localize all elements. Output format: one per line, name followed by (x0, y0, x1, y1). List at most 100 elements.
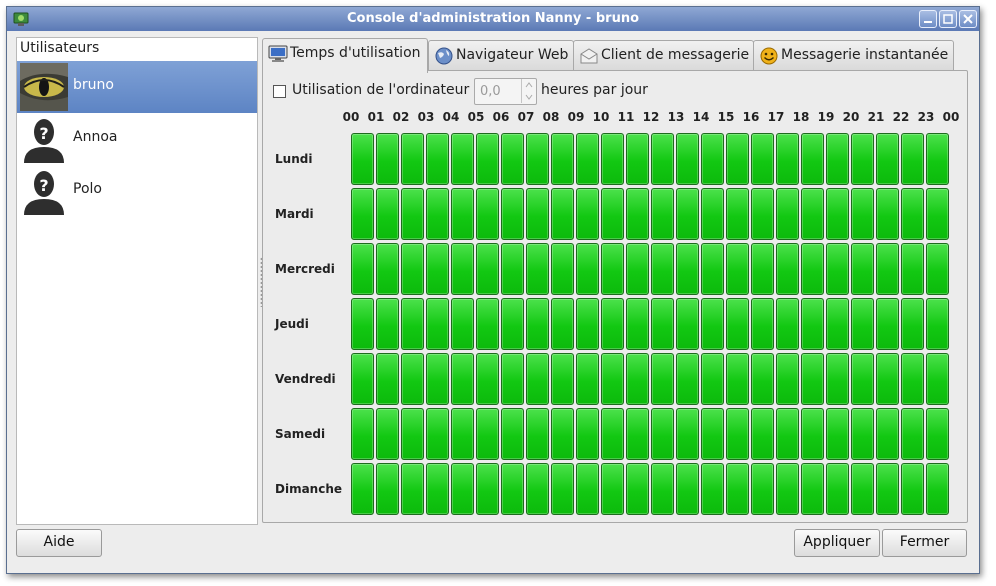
schedule-cell[interactable] (351, 408, 374, 460)
schedule-cell[interactable] (726, 298, 749, 350)
schedule-cell[interactable] (501, 243, 524, 295)
schedule-cell[interactable] (801, 408, 824, 460)
schedule-cell[interactable] (401, 133, 424, 185)
schedule-cell[interactable] (376, 243, 399, 295)
schedule-cell[interactable] (826, 298, 849, 350)
schedule-cell[interactable] (776, 188, 799, 240)
schedule-cell[interactable] (501, 188, 524, 240)
schedule-cell[interactable] (651, 408, 674, 460)
usage-limit-checkbox[interactable] (273, 85, 286, 98)
schedule-cell[interactable] (676, 298, 699, 350)
schedule-cell[interactable] (826, 408, 849, 460)
schedule-cell[interactable] (676, 408, 699, 460)
schedule-cell[interactable] (351, 133, 374, 185)
schedule-cell[interactable] (926, 353, 949, 405)
schedule-cell[interactable] (551, 408, 574, 460)
schedule-cell[interactable] (801, 133, 824, 185)
schedule-cell[interactable] (676, 463, 699, 515)
maximize-button[interactable] (939, 10, 957, 28)
schedule-cell[interactable] (901, 298, 924, 350)
schedule-cell[interactable] (726, 243, 749, 295)
schedule-cell[interactable] (651, 133, 674, 185)
schedule-cell[interactable] (801, 188, 824, 240)
schedule-cell[interactable] (776, 243, 799, 295)
schedule-cell[interactable] (401, 298, 424, 350)
schedule-cell[interactable] (751, 133, 774, 185)
schedule-cell[interactable] (726, 463, 749, 515)
schedule-cell[interactable] (626, 353, 649, 405)
schedule-cell[interactable] (876, 353, 899, 405)
schedule-cell[interactable] (926, 408, 949, 460)
schedule-cell[interactable] (576, 298, 599, 350)
schedule-cell[interactable] (626, 133, 649, 185)
schedule-cell[interactable] (751, 188, 774, 240)
schedule-cell[interactable] (926, 298, 949, 350)
schedule-cell[interactable] (426, 243, 449, 295)
schedule-cell[interactable] (576, 408, 599, 460)
schedule-cell[interactable] (526, 353, 549, 405)
schedule-cell[interactable] (901, 188, 924, 240)
schedule-cell[interactable] (626, 243, 649, 295)
schedule-cell[interactable] (701, 243, 724, 295)
schedule-cell[interactable] (376, 188, 399, 240)
schedule-cell[interactable] (576, 133, 599, 185)
schedule-cell[interactable] (426, 188, 449, 240)
hours-per-day-spinner[interactable]: 0,0 (474, 78, 537, 105)
schedule-cell[interactable] (876, 243, 899, 295)
schedule-cell[interactable] (626, 463, 649, 515)
schedule-cell[interactable] (401, 408, 424, 460)
user-item-polo[interactable]: ? Polo (17, 165, 257, 217)
schedule-cell[interactable] (476, 408, 499, 460)
schedule-cell[interactable] (776, 408, 799, 460)
schedule-cell[interactable] (451, 243, 474, 295)
schedule-cell[interactable] (901, 408, 924, 460)
schedule-cell[interactable] (626, 188, 649, 240)
schedule-cell[interactable] (526, 408, 549, 460)
schedule-cell[interactable] (426, 463, 449, 515)
schedule-cell[interactable] (351, 298, 374, 350)
user-item-bruno[interactable]: bruno (17, 61, 257, 113)
schedule-cell[interactable] (701, 298, 724, 350)
schedule-cell[interactable] (851, 188, 874, 240)
schedule-cell[interactable] (751, 463, 774, 515)
schedule-cell[interactable] (801, 298, 824, 350)
schedule-cell[interactable] (826, 188, 849, 240)
schedule-cell[interactable] (876, 408, 899, 460)
schedule-cell[interactable] (701, 353, 724, 405)
schedule-cell[interactable] (676, 243, 699, 295)
tab-temps-utilisation[interactable]: Temps d'utilisation (262, 38, 428, 73)
schedule-cell[interactable] (501, 463, 524, 515)
schedule-cell[interactable] (551, 463, 574, 515)
schedule-cell[interactable] (426, 408, 449, 460)
schedule-cell[interactable] (476, 463, 499, 515)
schedule-cell[interactable] (601, 133, 624, 185)
tab-messagerie-instantanee[interactable]: Messagerie instantanée (753, 40, 954, 71)
schedule-cell[interactable] (751, 408, 774, 460)
schedule-cell[interactable] (426, 133, 449, 185)
schedule-cell[interactable] (726, 353, 749, 405)
schedule-cell[interactable] (901, 133, 924, 185)
schedule-cell[interactable] (376, 463, 399, 515)
schedule-cell[interactable] (526, 133, 549, 185)
schedule-cell[interactable] (701, 408, 724, 460)
schedule-cell[interactable] (401, 463, 424, 515)
schedule-cell[interactable] (551, 353, 574, 405)
schedule-cell[interactable] (576, 463, 599, 515)
schedule-cell[interactable] (701, 133, 724, 185)
schedule-cell[interactable] (476, 353, 499, 405)
schedule-cell[interactable] (576, 353, 599, 405)
schedule-cell[interactable] (876, 298, 899, 350)
schedule-cell[interactable] (526, 243, 549, 295)
schedule-cell[interactable] (901, 243, 924, 295)
minimize-button[interactable] (919, 10, 937, 28)
schedule-cell[interactable] (826, 463, 849, 515)
schedule-cell[interactable] (651, 353, 674, 405)
schedule-cell[interactable] (676, 188, 699, 240)
schedule-cell[interactable] (751, 243, 774, 295)
schedule-cell[interactable] (626, 408, 649, 460)
schedule-cell[interactable] (651, 463, 674, 515)
user-item-annoa[interactable]: ? Annoa (17, 113, 257, 165)
schedule-cell[interactable] (851, 133, 874, 185)
schedule-cell[interactable] (676, 133, 699, 185)
schedule-cell[interactable] (701, 188, 724, 240)
